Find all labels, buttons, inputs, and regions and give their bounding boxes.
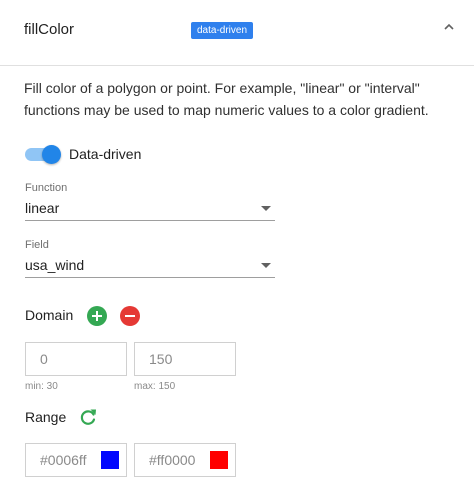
- property-title: fillColor: [24, 21, 75, 38]
- function-select[interactable]: linear: [25, 197, 275, 221]
- field-value: usa_wind: [25, 257, 85, 273]
- domain-min-hint: min: 30: [25, 381, 58, 392]
- dropdown-arrow-icon: [261, 206, 271, 211]
- domain-min-value: 0: [40, 351, 48, 367]
- property-header[interactable]: fillColor data-driven: [0, 0, 474, 66]
- range-end-color-swatch[interactable]: [210, 451, 228, 469]
- refresh-icon[interactable]: [78, 407, 98, 427]
- toggle-knob: [42, 145, 61, 164]
- function-label: Function: [25, 182, 68, 194]
- domain-min-input[interactable]: 0: [25, 342, 127, 376]
- domain-max-hint: max: 150: [134, 381, 176, 392]
- data-driven-badge: data-driven: [191, 22, 254, 39]
- chevron-up-icon[interactable]: [440, 18, 458, 36]
- field-select[interactable]: usa_wind: [25, 254, 275, 278]
- domain-max-value: 150: [149, 351, 173, 367]
- function-value: linear: [25, 200, 60, 216]
- range-start-color-input[interactable]: #0006ff: [25, 443, 127, 477]
- domain-max-input[interactable]: 150: [134, 342, 236, 376]
- data-driven-label: Data-driven: [69, 146, 142, 162]
- range-end-color-input[interactable]: #ff0000: [134, 443, 236, 477]
- field-label: Field: [25, 239, 49, 251]
- dropdown-arrow-icon: [261, 263, 271, 268]
- domain-label: Domain: [25, 307, 74, 323]
- data-driven-toggle[interactable]: [25, 145, 61, 164]
- add-domain-button[interactable]: [87, 306, 107, 326]
- range-start-color-swatch[interactable]: [101, 451, 119, 469]
- property-description: Fill color of a polygon or point. For ex…: [24, 80, 429, 118]
- remove-domain-button[interactable]: [120, 306, 140, 326]
- range-label: Range: [25, 409, 67, 425]
- range-end-color-value: #ff0000: [149, 452, 196, 468]
- range-start-color-value: #0006ff: [40, 452, 87, 468]
